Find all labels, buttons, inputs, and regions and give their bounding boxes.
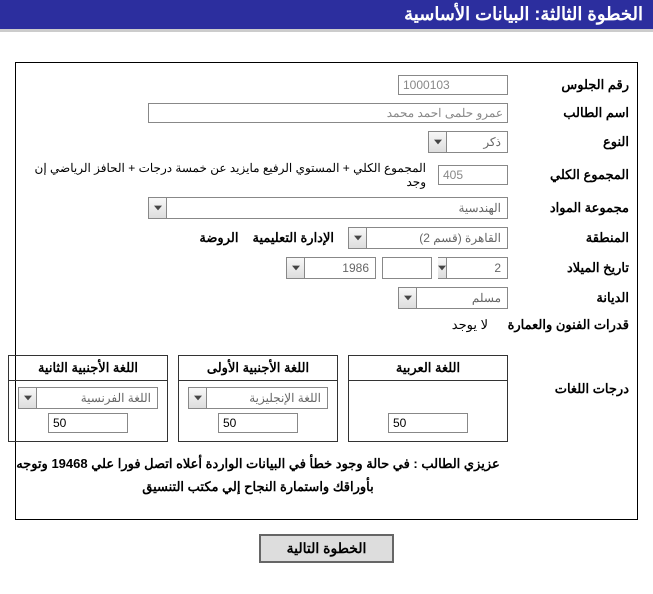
total-field <box>438 165 508 185</box>
lang-second-foreign-score[interactable] <box>48 413 128 433</box>
form-panel: رقم الجلوس اسم الطالب النوع ذكر المجموع … <box>15 62 638 520</box>
seat-no-field <box>398 75 508 95</box>
label-gender: النوع <box>514 134 629 150</box>
chevron-down-icon <box>149 198 167 218</box>
total-hint: المجموع الكلي + المستوي الرفيع مايزيد عن… <box>24 161 426 189</box>
lang-second-foreign-header: اللغة الأجنبية الثانية <box>9 356 167 381</box>
student-name-field <box>148 103 508 123</box>
lang-arabic-header: اللغة العربية <box>349 356 507 381</box>
chevron-down-icon <box>19 388 37 408</box>
birth-year-value: 1986 <box>305 258 375 278</box>
subject-group-value: الهندسية <box>167 198 507 218</box>
birth-day-value: 2 <box>447 258 507 278</box>
chevron-down-icon <box>438 258 447 278</box>
edu-admin-value: الروضة <box>199 230 238 246</box>
arts-arch-value: لا يوجد <box>452 317 488 333</box>
birth-year-select[interactable]: 1986 <box>286 257 376 279</box>
birth-month-value <box>371 258 431 278</box>
page-title: الخطوة الثالثة: البيانات الأساسية <box>0 0 653 32</box>
birth-day-select[interactable]: 2 <box>438 257 508 279</box>
gender-select[interactable]: ذكر <box>428 131 508 153</box>
label-edu-admin: الإدارة التعليمية <box>252 230 334 246</box>
chevron-down-icon <box>287 258 305 278</box>
label-region: المنطقة <box>514 230 629 246</box>
lang-second-foreign-name: اللغة الفرنسية <box>37 388 157 408</box>
birth-month-select[interactable] <box>382 257 432 279</box>
lang-first-foreign-header: اللغة الأجنبية الأولى <box>179 356 337 381</box>
chevron-down-icon <box>189 388 207 408</box>
warning-note: عزيزي الطالب : في حالة وجود خطأ في البيا… <box>8 452 508 499</box>
lang-first-foreign-name: اللغة الإنجليزية <box>207 388 327 408</box>
chevron-down-icon <box>349 228 367 248</box>
region-select[interactable]: القاهرة (قسم 2) <box>348 227 508 249</box>
chevron-down-icon <box>399 288 417 308</box>
label-total: المجموع الكلي <box>514 167 629 183</box>
lang-second-foreign-select[interactable]: اللغة الفرنسية <box>18 387 158 409</box>
label-student-name: اسم الطالب <box>514 105 629 121</box>
religion-select[interactable]: مسلم <box>398 287 508 309</box>
subject-group-select[interactable]: الهندسية <box>148 197 508 219</box>
languages-table: اللغة العربية اللغة الأجنبية الأولى اللغ… <box>8 355 508 442</box>
label-arts-arch: قدرات الفنون والعمارة <box>494 317 629 333</box>
lang-first-foreign-select[interactable]: اللغة الإنجليزية <box>188 387 328 409</box>
next-step-button[interactable]: الخطوة التالية <box>259 534 395 563</box>
label-lang-scores: درجات اللغات <box>514 341 629 397</box>
lang-first-foreign-cell: اللغة الأجنبية الأولى اللغة الإنجليزية <box>178 355 338 442</box>
label-birth-date: تاريخ الميلاد <box>514 260 629 276</box>
label-subject-group: مجموعة المواد <box>514 200 629 216</box>
chevron-down-icon <box>429 132 447 152</box>
label-seat-no: رقم الجلوس <box>514 77 629 93</box>
region-value: القاهرة (قسم 2) <box>367 228 507 248</box>
lang-arabic-cell: اللغة العربية <box>348 355 508 442</box>
lang-arabic-score[interactable] <box>388 413 468 433</box>
label-religion: الديانة <box>514 290 629 306</box>
lang-first-foreign-score[interactable] <box>218 413 298 433</box>
lang-second-foreign-cell: اللغة الأجنبية الثانية اللغة الفرنسية <box>8 355 168 442</box>
religion-value: مسلم <box>417 288 507 308</box>
gender-select-value: ذكر <box>447 132 507 152</box>
